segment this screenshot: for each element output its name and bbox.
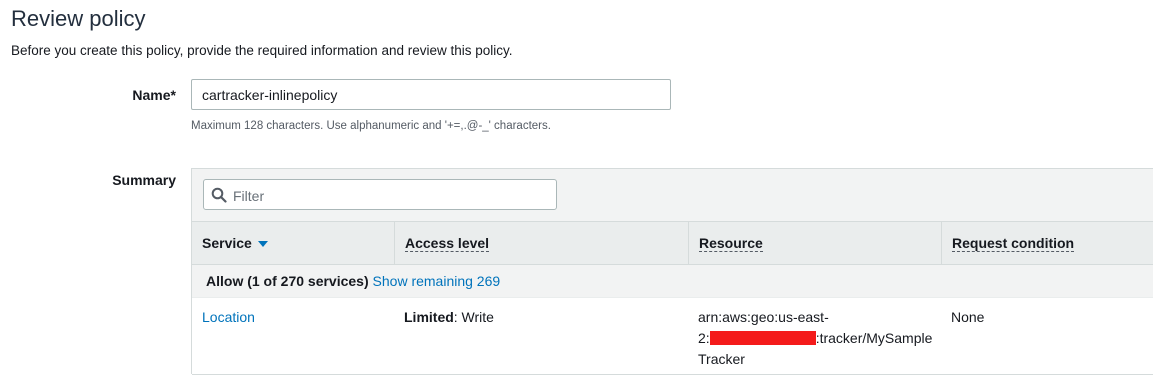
column-request-condition-label: Request condition bbox=[952, 235, 1075, 252]
resource-line-2: 2: :tracker/MySample bbox=[698, 328, 938, 349]
column-access-level[interactable]: Access level bbox=[394, 222, 688, 264]
allow-group-label: Allow (1 of 270 services) bbox=[206, 273, 369, 289]
request-condition-value: None bbox=[951, 309, 985, 325]
summary-label: Summary bbox=[112, 172, 176, 188]
column-request-condition[interactable]: Request condition bbox=[941, 222, 1153, 264]
column-service[interactable]: Service bbox=[192, 222, 394, 264]
column-resource-label: Resource bbox=[699, 235, 763, 252]
resource-suffix: :tracker/MySample bbox=[815, 330, 933, 346]
table-row: Location Limited: Write arn:aws:geo:us-e… bbox=[192, 298, 1153, 375]
column-access-level-label: Access level bbox=[405, 235, 490, 252]
resource-value: arn:aws:geo:us-east- 2: :tracker/MySample… bbox=[698, 307, 938, 370]
search-icon bbox=[211, 187, 227, 203]
sort-descending-icon[interactable] bbox=[257, 241, 268, 248]
filter-box[interactable] bbox=[203, 179, 557, 210]
page-title: Review policy bbox=[11, 6, 146, 31]
redaction-bar bbox=[709, 331, 816, 345]
policy-name-input[interactable] bbox=[191, 79, 671, 110]
access-level-value: Limited: Write bbox=[404, 307, 494, 328]
resource-prefix: 2: bbox=[698, 330, 710, 346]
column-service-label: Service bbox=[202, 235, 252, 251]
page-description: Before you create this policy, provide t… bbox=[11, 43, 513, 58]
filter-bar bbox=[192, 169, 1153, 221]
resource-line-3: Tracker bbox=[698, 351, 745, 367]
access-level-strong: Limited bbox=[404, 309, 454, 325]
show-remaining-link[interactable]: Show remaining 269 bbox=[373, 273, 501, 289]
allow-group-row: Allow (1 of 270 services) Show remaining… bbox=[192, 265, 1153, 298]
column-resource[interactable]: Resource bbox=[688, 222, 941, 264]
resource-line-1: arn:aws:geo:us-east- bbox=[698, 309, 829, 325]
service-link-location[interactable]: Location bbox=[202, 307, 255, 328]
table-header: Service Access level Resource Request co… bbox=[192, 221, 1153, 265]
allow-group-text: Allow (1 of 270 services) Show remaining… bbox=[206, 273, 500, 289]
filter-input[interactable] bbox=[231, 181, 555, 210]
name-hint: Maximum 128 characters. Use alphanumeric… bbox=[191, 120, 551, 132]
access-level-rest: : Write bbox=[453, 309, 494, 325]
name-label: Name* bbox=[132, 87, 176, 103]
summary-table: Service Access level Resource Request co… bbox=[191, 168, 1153, 375]
